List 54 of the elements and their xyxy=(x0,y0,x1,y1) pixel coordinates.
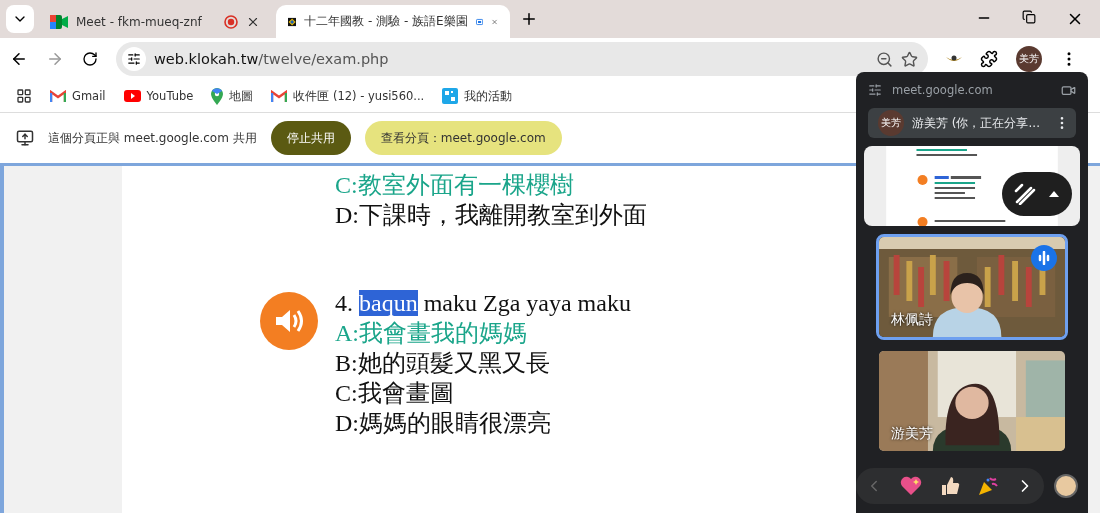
bookmark[interactable]: 收件匣 (12) - yusi560... xyxy=(271,88,425,104)
reload-icon[interactable] xyxy=(82,51,98,67)
answer-option: D:媽媽的眼睛很漂亮 xyxy=(335,408,631,438)
gmail-icon xyxy=(271,90,288,102)
answer-option: A:我會畫我的媽媽 xyxy=(335,318,631,348)
bookmark-star-icon[interactable] xyxy=(901,50,918,68)
answer-option: B:她的頭髮又黑又長 xyxy=(335,348,631,378)
audio-button[interactable] xyxy=(260,292,318,350)
address-bar[interactable]: web.klokah.tw/twelve/exam.php xyxy=(116,42,928,76)
grid-icon xyxy=(442,88,459,104)
map-pin-icon xyxy=(211,87,224,105)
profile-avatar[interactable]: 美芳 xyxy=(1016,46,1042,72)
browser-tab[interactable]: Meet - fkm-mueq-znf xyxy=(38,5,272,38)
back-icon[interactable] xyxy=(10,50,28,68)
tab-list-button[interactable] xyxy=(6,5,34,33)
zoom-icon[interactable] xyxy=(876,50,893,68)
sharing-message: 這個分頁正與 meet.google.com 共用 xyxy=(48,129,257,147)
pen-icon xyxy=(1014,183,1036,205)
answer-option: D:下課時，我離開教室到外面 xyxy=(335,200,862,230)
browser-tab[interactable]: 十二年國教 - 測驗 - 族語E樂園 xyxy=(276,5,510,38)
video-tile[interactable]: 游美芳 xyxy=(876,348,1068,454)
stop-sharing-button[interactable]: 停止共用 xyxy=(270,121,351,155)
bookmark[interactable]: Gmail xyxy=(50,89,106,103)
youtube-icon xyxy=(123,90,141,102)
answer-option: C:我會畫圖 xyxy=(335,378,631,408)
forward-icon[interactable] xyxy=(46,50,64,68)
restore-icon[interactable] xyxy=(1022,10,1036,24)
share-screen-icon xyxy=(16,129,34,147)
bookmark[interactable]: 我的活動 xyxy=(442,88,513,104)
answer-option: C:教室外面有一棵櫻樹 xyxy=(335,170,862,200)
party-popper-icon[interactable] xyxy=(977,476,998,496)
thumbs-up-icon[interactable] xyxy=(940,476,960,496)
bookmark[interactable]: YouTube xyxy=(123,89,194,103)
new-tab-icon[interactable] xyxy=(520,10,538,28)
apps-icon[interactable] xyxy=(16,88,32,104)
participant-name: 游美芳 xyxy=(891,425,933,443)
question-text: 4. baqun maku Zga yaya maku xyxy=(335,289,631,318)
site-url: meet.google.com xyxy=(892,83,994,97)
avatar: 美芳 xyxy=(878,110,904,136)
view-tab-button[interactable]: 查看分頁：meet.google.com xyxy=(364,121,562,155)
caret-up-icon xyxy=(1048,190,1060,198)
meet-icon xyxy=(50,14,68,29)
sparkling-heart-icon[interactable] xyxy=(900,476,923,496)
skin-tone-button[interactable] xyxy=(1054,474,1078,498)
presenter-name: 游美芳 (你，正在分享... xyxy=(912,114,1041,132)
site-info-icon[interactable] xyxy=(127,52,141,66)
extensions-icon[interactable] xyxy=(980,50,998,68)
participant-name: 林佩詩 xyxy=(891,311,933,329)
bookmark[interactable]: 地圖 xyxy=(211,87,254,105)
extension-icon[interactable] xyxy=(946,54,962,64)
gmail-icon xyxy=(50,90,66,102)
speaker-icon xyxy=(274,308,304,334)
recording-icon xyxy=(224,14,238,29)
video-tile[interactable]: 林佩詩 xyxy=(876,234,1068,340)
